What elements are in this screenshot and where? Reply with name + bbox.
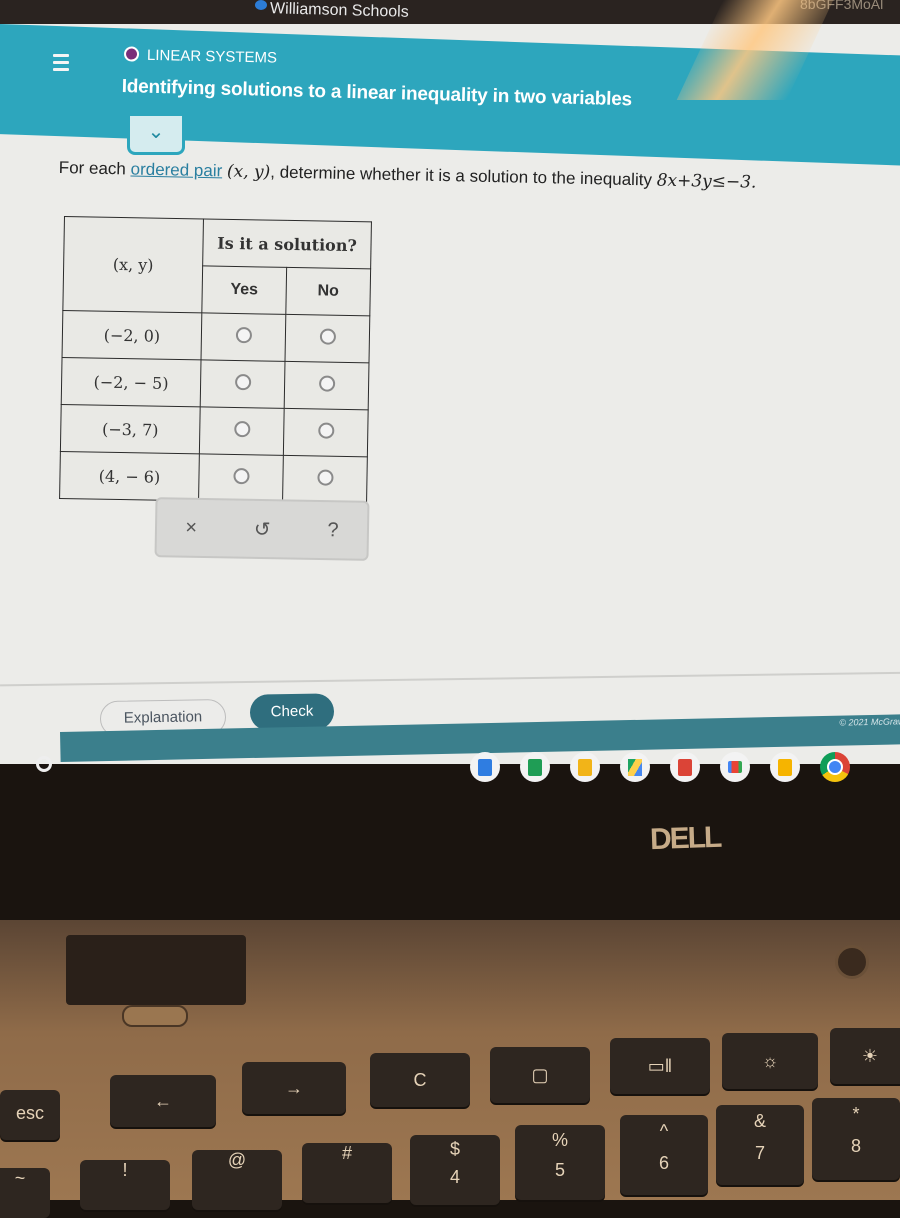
no-radio[interactable] xyxy=(318,374,335,392)
table-row: (−3, 7) xyxy=(60,404,369,457)
collapse-button[interactable]: ⌄ xyxy=(127,116,185,155)
key-back[interactable]: ← xyxy=(110,1075,216,1127)
key-symbol: # xyxy=(341,1143,352,1163)
question-prompt: For each ordered pair (x, y), determine … xyxy=(59,158,757,193)
yes-cell xyxy=(198,453,284,503)
no-radio[interactable] xyxy=(319,327,336,345)
clear-icon[interactable]: × xyxy=(185,516,197,539)
key-symbol: % xyxy=(551,1130,568,1150)
key-number: 5 xyxy=(554,1160,565,1180)
ordered-pair: (−3, 7) xyxy=(60,404,201,454)
browser-tab-title[interactable]: Williamson Schools xyxy=(270,0,409,22)
no-cell xyxy=(283,408,369,457)
table-row: (−2, − 5) xyxy=(61,357,369,410)
key-number: 8 xyxy=(850,1136,861,1156)
no-radio[interactable] xyxy=(317,421,334,439)
key-symbol: ! xyxy=(122,1160,128,1180)
inequality: 8x+3y≤−3. xyxy=(656,170,757,193)
app-shelf xyxy=(470,752,850,782)
key-8[interactable]: * 8 xyxy=(812,1098,900,1180)
screen: LINEAR SYSTEMS Identifying solutions to … xyxy=(0,24,900,764)
yes-column-header: Yes xyxy=(201,265,287,315)
undo-icon[interactable]: ↺ xyxy=(254,516,271,541)
key-refresh[interactable]: C xyxy=(370,1053,470,1107)
key-7[interactable]: & 7 xyxy=(716,1105,804,1185)
hamburger-menu-icon[interactable] xyxy=(53,54,69,75)
copyright: © 2021 McGraw-H xyxy=(839,716,900,728)
yes-cell xyxy=(199,406,285,456)
key-symbol: $ xyxy=(449,1139,460,1159)
divider xyxy=(0,671,900,687)
ordered-pair: (−2, 0) xyxy=(62,310,202,360)
answer-table: (x, y) Is it a solution? Yes No (−2, 0) … xyxy=(59,216,372,505)
google-drive-icon[interactable] xyxy=(620,752,650,782)
key-brightness-down[interactable]: ☼ xyxy=(722,1033,818,1089)
chrome-icon[interactable] xyxy=(820,752,850,782)
gmail-icon[interactable] xyxy=(720,752,750,782)
prompt-text-before: For each xyxy=(58,158,127,179)
ordered-pair-link[interactable]: ordered pair xyxy=(130,160,222,181)
ordered-pair: (−2, − 5) xyxy=(61,357,202,407)
key-symbol: & xyxy=(753,1111,766,1131)
ordered-pair: (4, − 6) xyxy=(59,451,200,501)
google-slides-icon[interactable] xyxy=(570,752,600,782)
google-docs-icon[interactable] xyxy=(470,752,500,782)
solution-column-header: Is it a solution? xyxy=(202,218,372,269)
yes-radio[interactable] xyxy=(232,467,250,484)
table-row: (4, − 6) xyxy=(59,451,368,504)
key-number: 4 xyxy=(449,1167,460,1187)
no-cell xyxy=(284,314,370,363)
pair-variable: (x, y) xyxy=(226,161,271,183)
key-esc[interactable]: esc xyxy=(0,1090,60,1140)
key-2[interactable]: @ xyxy=(192,1150,282,1210)
key-fullscreen[interactable]: ▢ xyxy=(490,1047,590,1103)
key-overview[interactable]: ▭‖ xyxy=(610,1038,710,1094)
hinge xyxy=(66,935,246,1005)
key-3[interactable]: # xyxy=(302,1143,392,1203)
key-tilde[interactable]: ~ xyxy=(0,1168,50,1218)
key-symbol: @ xyxy=(227,1150,247,1170)
check-button[interactable]: Check xyxy=(249,693,335,731)
google-keep-icon[interactable] xyxy=(770,752,800,782)
no-radio[interactable] xyxy=(316,468,334,486)
key-symbol: * xyxy=(852,1104,860,1124)
yes-cell xyxy=(200,359,285,409)
yes-radio[interactable] xyxy=(235,326,252,343)
topic-label: LINEAR SYSTEMS xyxy=(123,46,278,67)
key-number: 6 xyxy=(658,1153,669,1173)
school-favicon-icon xyxy=(255,0,267,10)
topic-text: LINEAR SYSTEMS xyxy=(146,46,278,67)
launcher-icon[interactable] xyxy=(36,756,52,772)
help-icon[interactable]: ? xyxy=(327,519,339,542)
dell-logo: DELL xyxy=(649,820,721,857)
key-4[interactable]: $4 xyxy=(410,1135,500,1205)
key-symbol: ~ xyxy=(14,1168,26,1188)
pair-column-header: (x, y) xyxy=(62,216,204,313)
hinge-slot xyxy=(122,1005,188,1027)
google-sheets-icon[interactable] xyxy=(520,752,550,782)
yes-radio[interactable] xyxy=(233,420,250,437)
key-6[interactable]: ^ 6 xyxy=(620,1115,708,1195)
key-number: 7 xyxy=(754,1143,765,1163)
key-5[interactable]: % 5 xyxy=(515,1125,605,1200)
topic-dot-icon xyxy=(123,46,140,62)
no-cell xyxy=(282,455,368,504)
yes-radio[interactable] xyxy=(234,373,251,390)
no-cell xyxy=(284,361,369,410)
yes-cell xyxy=(201,312,286,362)
no-column-header: No xyxy=(285,267,371,316)
key-brightness-up[interactable]: ☀ xyxy=(830,1028,900,1084)
table-row: (−2, 0) xyxy=(62,310,370,363)
google-drawings-icon[interactable] xyxy=(670,752,700,782)
key-1[interactable]: ! xyxy=(80,1160,170,1210)
key-symbol: ^ xyxy=(659,1121,669,1141)
chevron-down-icon: ⌄ xyxy=(147,121,165,143)
key-forward[interactable]: → xyxy=(242,1062,346,1114)
world-camera xyxy=(835,945,869,979)
prompt-text-after: , determine whether it is a solution to … xyxy=(270,162,653,190)
answer-tools: × ↺ ? xyxy=(154,497,370,561)
